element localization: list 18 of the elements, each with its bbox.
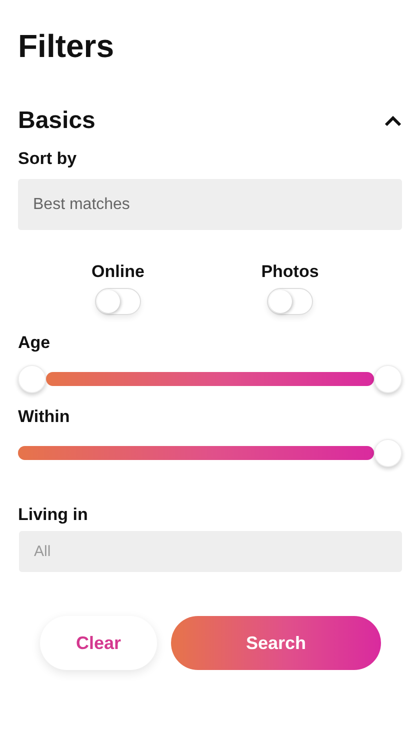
- sort-dropdown[interactable]: Best matches: [18, 179, 402, 230]
- toggle-switch[interactable]: [267, 288, 313, 315]
- section-title: Basics: [18, 107, 96, 135]
- clear-button[interactable]: Clear: [40, 616, 157, 670]
- slider-thumb[interactable]: [374, 439, 402, 467]
- chevron-icon[interactable]: [384, 116, 402, 126]
- page-title: Filters: [18, 28, 116, 65]
- toggle-label: Online: [92, 262, 144, 282]
- slider-thumb[interactable]: [18, 365, 46, 393]
- field-label: Living in: [18, 505, 89, 525]
- search-button[interactable]: Search: [171, 616, 381, 670]
- slider-label: Age: [18, 333, 52, 353]
- field-label: Sort by: [18, 149, 78, 169]
- slider-thumb[interactable]: [374, 365, 402, 393]
- slider-label: Within: [18, 407, 71, 427]
- location-field[interactable]: All: [19, 531, 402, 572]
- toggle-label: Photos: [261, 262, 319, 282]
- toggle-switch[interactable]: [95, 288, 141, 315]
